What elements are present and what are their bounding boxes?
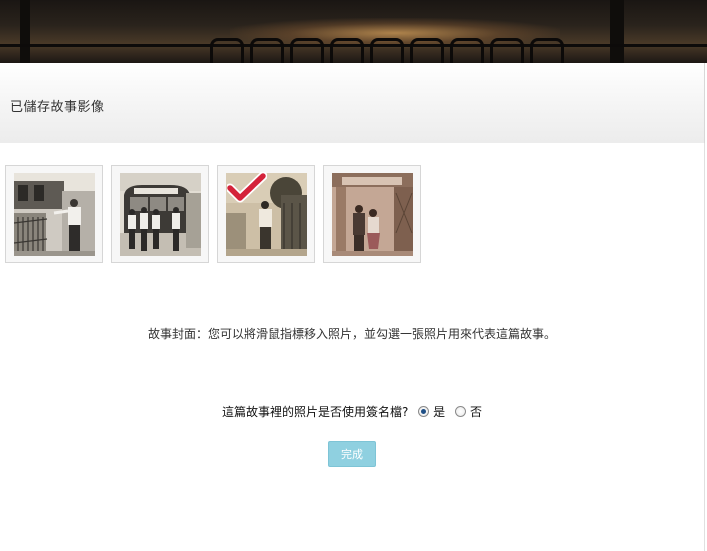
photo-man-at-gate xyxy=(14,173,95,256)
content-border xyxy=(704,143,705,551)
photo-thumbnail-2[interactable] xyxy=(111,165,209,263)
radio-no[interactable] xyxy=(455,406,467,417)
signature-question: 這篇故事裡的照片是否使用簽名檔? 是 否 xyxy=(0,403,704,420)
radio-yes-label: 是 xyxy=(433,405,446,419)
checkmark-icon xyxy=(227,172,267,203)
banner-image xyxy=(0,0,707,63)
cover-instructions: 故事封面：您可以將滑鼠指標移入照片，並勾選一張照片用來代表這篇故事。 xyxy=(147,327,556,341)
photo-thumbnail-1[interactable] xyxy=(5,165,103,263)
radio-yes[interactable] xyxy=(418,406,430,417)
page-header: 已儲存故事影像 xyxy=(0,63,705,143)
photo-couple-at-archway xyxy=(332,173,413,256)
photo-thumbnail-4[interactable] xyxy=(323,165,421,263)
radio-no-label: 否 xyxy=(470,405,483,419)
done-button[interactable]: 完成 xyxy=(328,441,376,467)
signature-question-label: 這篇故事裡的照片是否使用簽名檔? xyxy=(221,405,409,419)
photo-thumbnail-3[interactable] xyxy=(217,165,315,263)
photo-group-with-bus xyxy=(120,173,201,256)
page-title: 已儲存故事影像 xyxy=(10,100,105,115)
